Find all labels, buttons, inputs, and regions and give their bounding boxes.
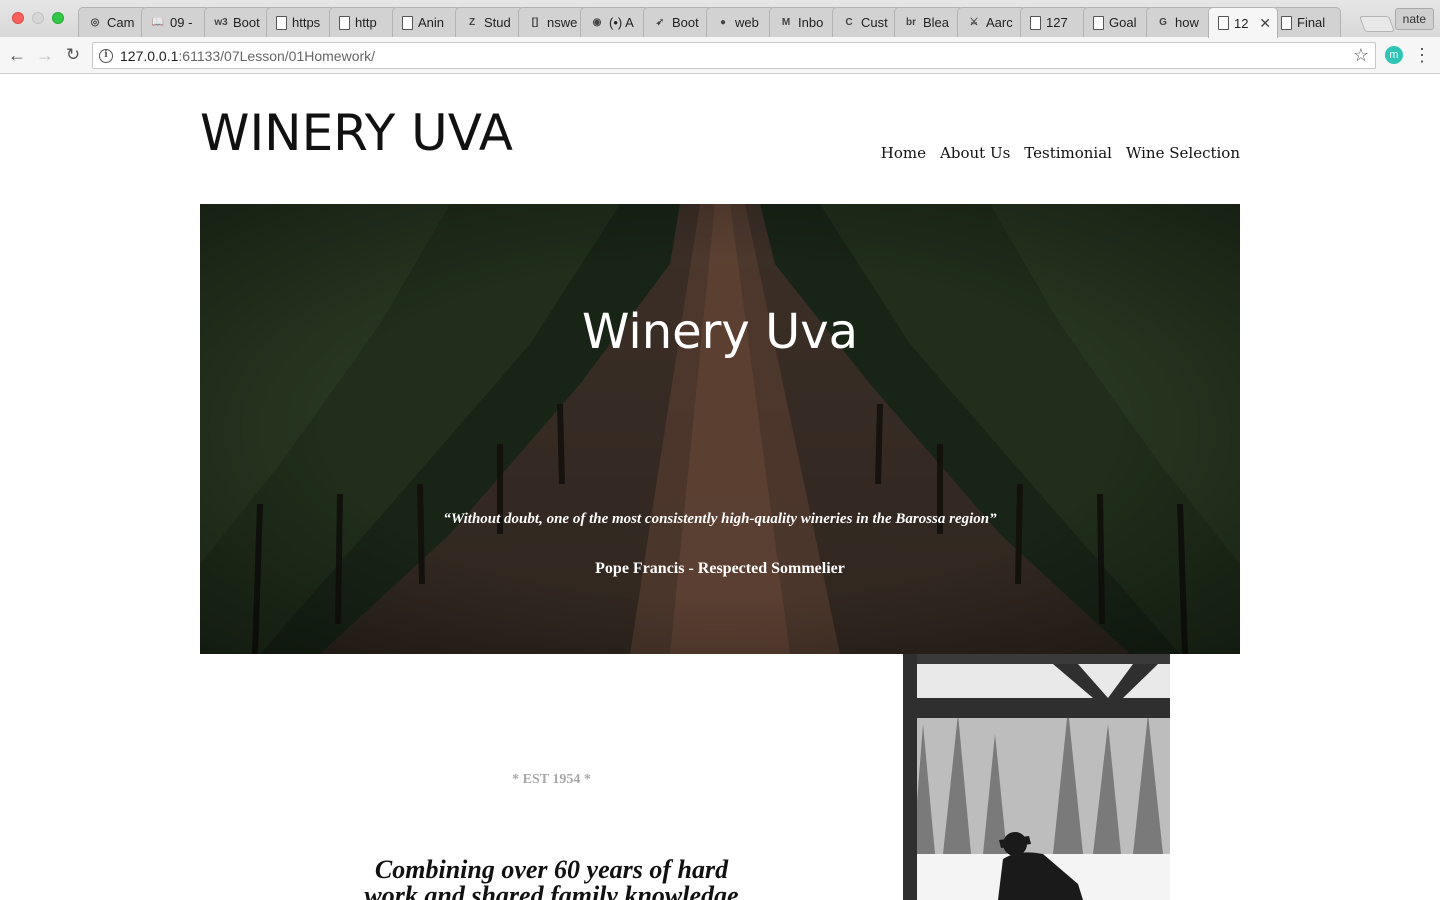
vineyard-image (200, 204, 1240, 654)
browser-tab[interactable]: ➶ Boot (643, 7, 713, 37)
browser-tab-label: nswe (547, 15, 578, 30)
url-text[interactable]: 127.0.0.1:61133/07Lesson/01Homework/ (120, 48, 375, 64)
browser-tab-label: 12 (1234, 15, 1249, 31)
browser-tab-label: web (735, 15, 759, 30)
established-year: * EST 1954 * (512, 772, 591, 787)
hero-quote-author: Pope Francis - Respected Sommelier (595, 560, 845, 577)
document-icon (402, 15, 413, 30)
nav-home-link[interactable]: Home (881, 144, 926, 162)
nav-about-link[interactable]: About Us (940, 144, 1010, 162)
hero-quote: “Without doubt, one of the most consiste… (443, 511, 997, 527)
document-icon (339, 15, 350, 30)
farmer-photo (903, 654, 1170, 900)
nav-wine-selection-link[interactable]: Wine Selection (1126, 144, 1240, 162)
browser-tab[interactable]: 12 ✕ (1208, 7, 1278, 38)
document-icon (276, 15, 287, 30)
site-nav: Home About Us Testimonial Wine Selection (881, 144, 1240, 162)
shield-icon: C (845, 16, 853, 28)
hero-title: Winery Uva (581, 304, 859, 360)
extension-icon[interactable]: m (1385, 46, 1403, 64)
browser-tab-label: 09 - (170, 15, 193, 30)
browser-tab[interactable]: https (266, 7, 336, 37)
close-tab-icon[interactable]: ✕ (1259, 15, 1271, 32)
document-icon (1218, 16, 1229, 30)
address-bar[interactable]: i 127.0.0.1:61133/07Lesson/01Homework/ ☆ (92, 42, 1376, 69)
browser-tab-label: Aarc (986, 15, 1013, 30)
browser-tab[interactable]: 127 (1020, 7, 1090, 37)
browser-tab[interactable]: br Blea (894, 7, 964, 37)
sword-icon: ⚔ (969, 16, 979, 28)
minimize-window-button[interactable] (32, 12, 44, 24)
browser-tab[interactable]: [] nswe (518, 7, 588, 37)
browser-tab[interactable]: ◎ Cam (78, 7, 148, 37)
document-icon (1093, 15, 1104, 30)
z-icon: Z (468, 16, 476, 28)
browser-tab[interactable]: w3 Boot (204, 7, 274, 37)
maximize-window-button[interactable] (52, 12, 64, 24)
browser-tab-label: Stud (484, 15, 511, 30)
document-icon (1281, 15, 1292, 30)
browser-tab[interactable]: 📖 09 - (141, 7, 211, 37)
bookmark-star-icon[interactable]: ☆ (1353, 45, 1369, 66)
profile-button[interactable]: nate (1394, 8, 1434, 30)
close-window-button[interactable] (12, 12, 24, 24)
browser-tab-label: Goal (1109, 15, 1137, 30)
tagline-line-2: work and shared family knowledge (364, 881, 739, 900)
document-icon (1030, 15, 1041, 30)
web-page: WINERY UVA Home About Us Testimonial Win… (0, 74, 1440, 900)
app-icon: ◎ (90, 16, 100, 28)
bird-icon: ➶ (655, 16, 665, 28)
new-tab-button[interactable] (1359, 16, 1395, 32)
browser-tab-label: 127 (1046, 15, 1068, 30)
browser-tab[interactable]: http (329, 7, 399, 37)
gmail-icon: M (781, 16, 791, 28)
browser-tab-label: Cust (861, 15, 888, 30)
back-arrow-icon[interactable]: ← (6, 44, 28, 66)
browser-tab[interactable]: ⚔ Aarc (957, 7, 1027, 37)
nav-testimonial-link[interactable]: Testimonial (1024, 144, 1112, 162)
browser-tab[interactable]: Goal (1083, 7, 1153, 37)
browser-tab[interactable]: M Inbo (769, 7, 839, 37)
browser-tab[interactable]: Anin (392, 7, 462, 37)
browser-tab-label: (•) A (609, 15, 634, 30)
browser-toolbar: ← → ↻ i 127.0.0.1:61133/07Lesson/01Homew… (0, 37, 1440, 74)
hero-banner: Winery Uva “Without doubt, one of the mo… (200, 204, 1240, 654)
browser-tab-label: https (292, 15, 321, 30)
browser-tab-label: Blea (923, 15, 950, 30)
browser-tab[interactable]: Final (1271, 7, 1341, 37)
code-icon: [] (531, 16, 539, 28)
browser-tab-label: Boot (233, 15, 260, 30)
browser-tab[interactable]: C Cust (832, 7, 902, 37)
chrome-icon: ◉ (592, 16, 602, 28)
browser-tab-label: Cam (107, 15, 135, 30)
browser-tab-label: Final (1297, 15, 1326, 30)
br-icon: br (906, 16, 916, 28)
browser-tab[interactable]: Z Stud (455, 7, 525, 37)
browser-tab[interactable]: Ghow (1146, 7, 1216, 37)
book-icon: 📖 (151, 16, 165, 28)
google-icon: G (1159, 16, 1167, 28)
url-host: 127.0.0.1 (120, 48, 179, 64)
browser-tab-label: Boot (672, 15, 699, 30)
site-title: WINERY UVA (200, 104, 513, 162)
github-icon: ● (719, 16, 727, 28)
browser-tab[interactable]: ● web (706, 7, 776, 37)
forward-arrow-icon[interactable]: → (34, 44, 56, 66)
browser-tab-bar: ◎ Cam 📖 09 - w3 Boot https http Anin Z Stud[] nswe ◉… (0, 0, 1440, 38)
tagline: Combining over 60 years of hard work and… (330, 857, 773, 900)
browser-tab-label: how (1175, 15, 1199, 30)
browser-tab-label: http (355, 15, 377, 30)
more-menu-icon[interactable]: ⋮ (1413, 45, 1431, 65)
browser-tab[interactable]: ◉ (•) A (580, 7, 650, 37)
w3-icon: w3 (214, 16, 228, 28)
tagline-line-1: Combining over 60 years of hard (374, 855, 729, 884)
url-path: :61133/07Lesson/01Homework/ (178, 48, 376, 64)
reload-icon[interactable]: ↻ (62, 44, 84, 66)
info-icon[interactable]: i (99, 49, 113, 63)
browser-tab-label: Inbo (798, 15, 824, 30)
browser-tab-label: Anin (418, 15, 445, 30)
